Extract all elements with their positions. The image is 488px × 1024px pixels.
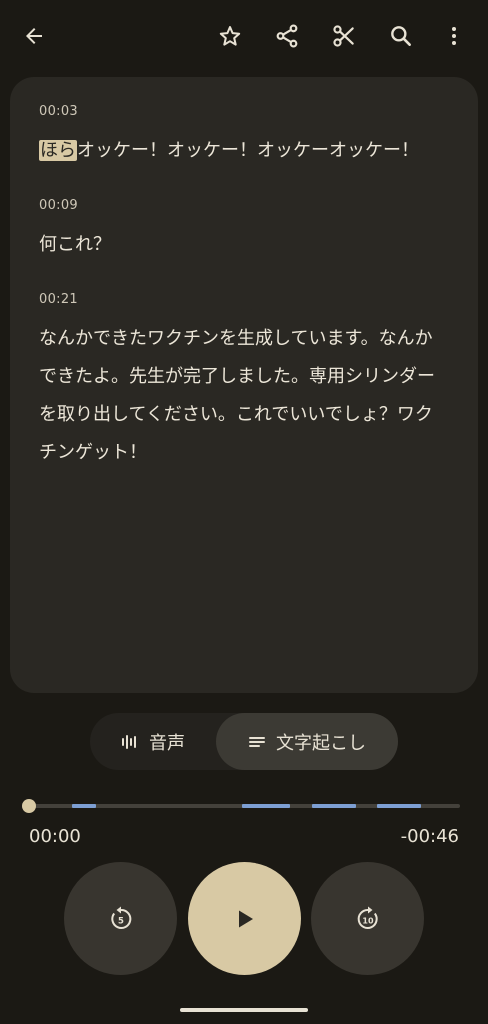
segment-timestamp[interactable]: 00:03 [39, 104, 78, 119]
scissors-icon[interactable] [326, 18, 362, 54]
transcript-tab[interactable]: 文字起こし [216, 713, 398, 770]
more-vert-icon[interactable] [436, 18, 472, 54]
back-arrow-icon[interactable] [16, 18, 52, 54]
segment-text-rest: オッケー！オッケー！オッケーオッケー！ [77, 140, 419, 161]
replay-5-icon: 5 [106, 904, 136, 934]
play-button[interactable] [188, 862, 301, 975]
speech-segment-marker [377, 804, 421, 808]
audio-tab[interactable]: 音声 [90, 713, 216, 770]
transcript-tab-label: 文字起こし [276, 732, 366, 754]
play-icon [234, 908, 256, 930]
gesture-bar [180, 1008, 308, 1012]
highlighted-word[interactable]: ほら [39, 140, 77, 161]
share-icon[interactable] [269, 18, 305, 54]
current-time: 00:00 [29, 826, 81, 847]
segment-timestamp[interactable]: 00:21 [39, 292, 78, 307]
speech-segment-marker [312, 804, 356, 808]
playback-scrubber[interactable] [22, 796, 462, 816]
forward-seconds-label: 10 [362, 916, 374, 925]
rewind-5-button[interactable]: 5 [64, 862, 177, 975]
transcript-card: 00:03 ほらオッケー！オッケー！オッケーオッケー！ 00:09 何これ？ 0… [10, 77, 478, 693]
forward-10-icon: 10 [353, 904, 383, 934]
segment-text[interactable]: なんかできたワクチンを生成しています。なんかできたよ。先生が完了しました。専用シ… [39, 320, 449, 472]
remaining-time: -00:46 [400, 826, 459, 847]
segment-text[interactable]: 何これ？ [39, 226, 449, 264]
forward-10-button[interactable]: 10 [311, 862, 424, 975]
notes-icon [248, 733, 266, 751]
scrubber-thumb[interactable] [22, 799, 36, 813]
search-icon[interactable] [383, 18, 419, 54]
star-icon[interactable] [212, 18, 248, 54]
waveform-icon [121, 733, 139, 751]
audio-tab-label: 音声 [149, 732, 185, 754]
speech-segment-marker [72, 804, 96, 808]
view-toggle: 音声 文字起こし [90, 713, 398, 770]
segment-text[interactable]: ほらオッケー！オッケー！オッケーオッケー！ [39, 132, 449, 170]
top-app-bar [0, 0, 488, 74]
rewind-seconds-label: 5 [118, 916, 124, 926]
speech-segment-marker [242, 804, 290, 808]
segment-timestamp[interactable]: 00:09 [39, 198, 78, 213]
